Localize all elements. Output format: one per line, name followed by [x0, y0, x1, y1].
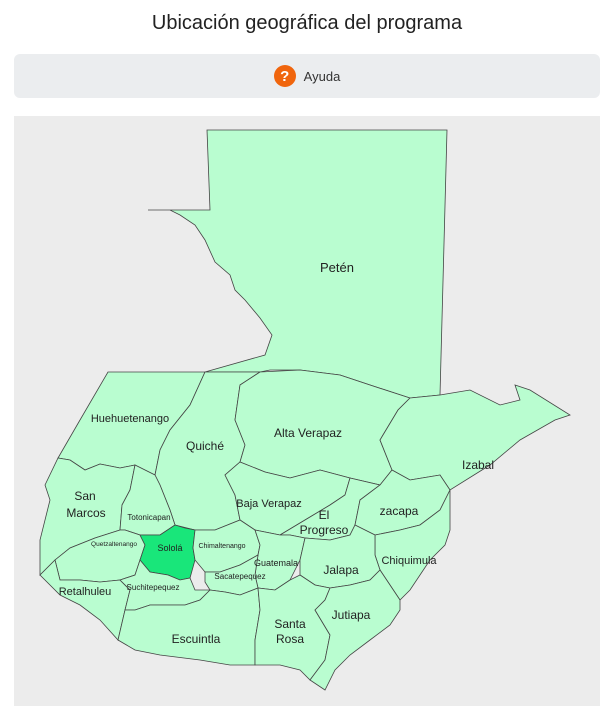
region-peten[interactable] — [148, 129, 448, 399]
label-zacapa: zacapa — [380, 504, 419, 518]
label-alta-verapaz: Alta Verapaz — [274, 426, 342, 440]
label-huehuetenango: Huehuetenango — [91, 413, 169, 425]
label-san-marcos-line1: San — [74, 489, 95, 503]
label-retalhuleu: Retalhuleu — [59, 586, 112, 598]
label-quiche: Quiché — [186, 439, 224, 453]
label-totonicapan: Totonicapan — [127, 513, 170, 522]
label-santa-rosa-line2: Rosa — [276, 632, 304, 646]
label-chiquimula: Chiquimula — [381, 555, 437, 567]
label-san-marcos-line2: Marcos — [66, 506, 105, 520]
help-label: Ayuda — [303, 68, 341, 84]
region-izabal[interactable] — [379, 384, 571, 491]
label-izabal: Izabal — [462, 458, 494, 472]
label-escuintla: Escuintla — [172, 632, 221, 646]
help-button[interactable]: ? Ayuda — [14, 54, 600, 98]
label-peten: Petén — [320, 260, 354, 275]
label-jutiapa: Jutiapa — [332, 608, 371, 622]
label-jalapa: Jalapa — [323, 563, 359, 577]
label-suchitepequez: Suchitepequez — [127, 583, 180, 592]
question-circle-icon: ? — [273, 65, 296, 87]
label-chimaltenango: Chimaltenango — [198, 543, 245, 550]
label-quetzaltenango: Quetzaltenango — [91, 541, 137, 548]
label-el-progreso-line2: Progreso — [300, 523, 349, 537]
guatemala-map: Petén Huehuetenango Alta Verapaz Quiché … — [39, 129, 571, 691]
map-panel: Petén Huehuetenango Alta Verapaz Quiché … — [14, 116, 600, 706]
label-el-progreso-line1: El — [319, 508, 330, 522]
label-baja-verapaz: Baja Verapaz — [236, 498, 301, 510]
label-sacatepequez: Sacatepequez — [214, 572, 265, 581]
label-solola: Sololá — [157, 543, 182, 553]
label-guatemala: Guatemala — [254, 558, 298, 568]
label-santa-rosa-line1: Santa — [274, 617, 306, 631]
page-title: Ubicación geográfica del programa — [151, 12, 463, 34]
